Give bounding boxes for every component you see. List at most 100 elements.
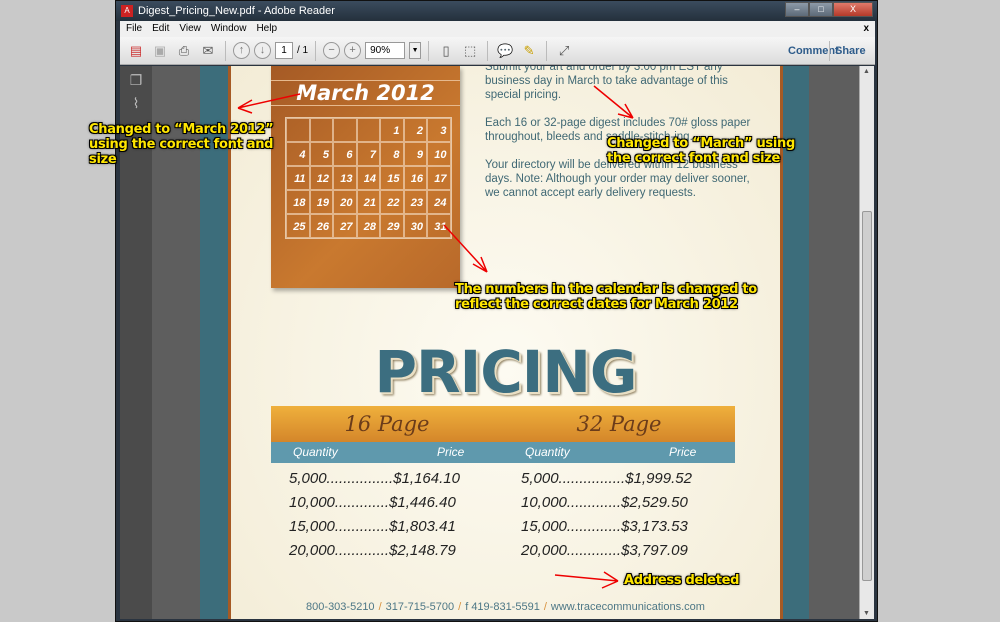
calendar-day: 6 bbox=[333, 142, 357, 166]
price-price: $3,797.09 bbox=[621, 542, 688, 559]
menu-view[interactable]: View bbox=[179, 21, 201, 37]
price-row: 15,000.............$1,803.41 bbox=[289, 515, 503, 539]
zoom-in-icon[interactable]: + bbox=[344, 42, 362, 59]
menu-bar: File Edit View Window Help x bbox=[120, 21, 875, 37]
price-dots: ............. bbox=[566, 518, 622, 535]
create-pdf-icon[interactable]: ▤ bbox=[126, 41, 146, 61]
fit-page-icon[interactable]: ▯ bbox=[436, 41, 456, 61]
divider bbox=[225, 40, 226, 61]
price-header: Price bbox=[437, 445, 465, 459]
calendar-grid: 1 2 3 4 5 6 7 8 9 10 11 12 13 14 15 16 17 18 19 20 21 22 23 24 2… bbox=[285, 117, 452, 239]
sticky-note-icon[interactable]: 💬 bbox=[495, 41, 515, 61]
calendar-day: 5 bbox=[309, 142, 333, 166]
price-qty: 20,000 bbox=[289, 542, 335, 559]
menu-file[interactable]: File bbox=[126, 21, 142, 37]
full-screen-icon[interactable]: ⤢ bbox=[554, 41, 574, 61]
price-price: $1,446.40 bbox=[389, 494, 456, 511]
calendar-day: 23 bbox=[403, 190, 427, 214]
zoom-dropdown-icon[interactable]: ▼ bbox=[409, 42, 422, 59]
scrollbar-thumb[interactable] bbox=[862, 211, 872, 581]
calendar-day: 3 bbox=[427, 118, 451, 142]
calendar-day: 18 bbox=[286, 190, 310, 214]
price-dots: ............. bbox=[334, 542, 390, 559]
previous-page-icon[interactable]: ↑ bbox=[233, 42, 250, 59]
price-column: 5,000................$1,164.10 10,000....… bbox=[271, 467, 503, 563]
calendar-day bbox=[309, 118, 333, 142]
price-qty: 5,000 bbox=[289, 470, 327, 487]
calendar-day: 17 bbox=[427, 166, 451, 190]
separator: / bbox=[458, 601, 462, 613]
save-icon[interactable]: ▣ bbox=[150, 41, 170, 61]
calendar-day: 21 bbox=[356, 190, 380, 214]
price-qty: 10,000 bbox=[289, 494, 335, 511]
price-qty: 15,000 bbox=[289, 518, 335, 535]
scroll-up-icon[interactable]: ▲ bbox=[863, 68, 870, 75]
attachments-icon[interactable]: ⌇ bbox=[120, 95, 152, 112]
pages-icon[interactable]: ❐ bbox=[120, 72, 152, 89]
column-title-16-page: 16 Page bbox=[344, 412, 430, 436]
fax: f 419-831-5591 bbox=[465, 601, 540, 613]
window-title: Digest_Pricing_New.pdf - Adobe Reader bbox=[138, 5, 335, 17]
close-document-button[interactable]: x bbox=[863, 21, 869, 37]
price-row: 20,000.............$3,797.09 bbox=[521, 539, 735, 563]
price-price: $1,999.52 bbox=[625, 470, 692, 487]
next-page-icon[interactable]: ↓ bbox=[254, 42, 271, 59]
price-qty: 20,000 bbox=[521, 542, 567, 559]
minimize-button[interactable]: – bbox=[785, 2, 809, 17]
menu-window[interactable]: Window bbox=[211, 21, 247, 37]
calendar-day: 13 bbox=[333, 166, 357, 190]
price-price: $1,803.41 bbox=[389, 518, 456, 535]
email-icon[interactable]: ✉ bbox=[198, 41, 218, 61]
calendar: March 2012 1 2 3 4 5 6 7 8 9 10 11 12 13 14 15 16 17 18 19… bbox=[271, 66, 460, 288]
calendar-day: 16 bbox=[403, 166, 427, 190]
fit-width-icon[interactable]: ⬚ bbox=[460, 41, 480, 61]
contact-footer: 800-303-5210/317-715-5700/f 419-831-5591… bbox=[231, 601, 780, 613]
zoom-level-input[interactable]: 90% bbox=[365, 42, 406, 59]
quantity-header: Quantity bbox=[525, 445, 570, 459]
pricing-table: 16 Page 32 Page Quantity Price Quantity … bbox=[271, 406, 735, 563]
divider bbox=[315, 40, 317, 61]
price-row: 5,000................$1,164.10 bbox=[289, 467, 503, 491]
menu-edit[interactable]: Edit bbox=[152, 21, 169, 37]
zoom-out-icon[interactable]: − bbox=[323, 42, 341, 59]
price-row: 10,000.............$2,529.50 bbox=[521, 491, 735, 515]
divider bbox=[487, 40, 489, 61]
calendar-day bbox=[286, 118, 310, 142]
scroll-down-icon[interactable]: ▼ bbox=[863, 610, 870, 617]
calendar-day: 9 bbox=[403, 142, 427, 166]
calendar-day: 30 bbox=[403, 214, 427, 238]
calendar-day: 28 bbox=[356, 214, 380, 238]
divider bbox=[428, 40, 430, 61]
share-button[interactable]: Share bbox=[835, 45, 866, 57]
maximize-button[interactable]: □ bbox=[809, 2, 833, 17]
price-dots: ............. bbox=[334, 518, 390, 535]
page-number-input[interactable]: 1 bbox=[275, 42, 293, 59]
calendar-day: 27 bbox=[333, 214, 357, 238]
calendar-day: 10 bbox=[427, 142, 451, 166]
pdf-app-icon: A bbox=[121, 5, 133, 17]
comment-button[interactable]: Comment bbox=[788, 45, 839, 57]
divider bbox=[829, 40, 830, 61]
price-dots: ................ bbox=[326, 470, 394, 487]
calendar-day: 4 bbox=[286, 142, 310, 166]
menu-help[interactable]: Help bbox=[256, 21, 277, 37]
annotation-calendar-numbers: The numbers in the calendar is changed t… bbox=[455, 282, 757, 312]
price-row: 15,000.............$3,173.53 bbox=[521, 515, 735, 539]
calendar-day: 19 bbox=[309, 190, 333, 214]
calendar-title: March 2012 bbox=[271, 80, 460, 106]
price-dots: ............. bbox=[566, 542, 622, 559]
price-row: 20,000.............$2,148.79 bbox=[289, 539, 503, 563]
price-dots: ............. bbox=[334, 494, 390, 511]
price-price: $2,148.79 bbox=[389, 542, 456, 559]
calendar-day: 1 bbox=[380, 118, 404, 142]
calendar-day: 11 bbox=[286, 166, 310, 190]
price-price: $3,173.53 bbox=[621, 518, 688, 535]
print-icon[interactable]: ⎙ bbox=[174, 41, 194, 61]
calendar-day: 22 bbox=[380, 190, 404, 214]
close-window-button[interactable]: X bbox=[833, 2, 873, 17]
annotation-address-deleted: Address deleted bbox=[624, 573, 740, 588]
highlight-icon[interactable]: ✎ bbox=[519, 41, 539, 61]
price-price: $2,529.50 bbox=[621, 494, 688, 511]
toolbar: ▤ ▣ ⎙ ✉ ↑ ↓ 1 / 1 − + 90% ▼ ▯ ⬚ 💬 ✎ ⤢ Co… bbox=[120, 37, 875, 65]
vertical-scrollbar[interactable]: ▲ ▼ bbox=[859, 66, 874, 619]
